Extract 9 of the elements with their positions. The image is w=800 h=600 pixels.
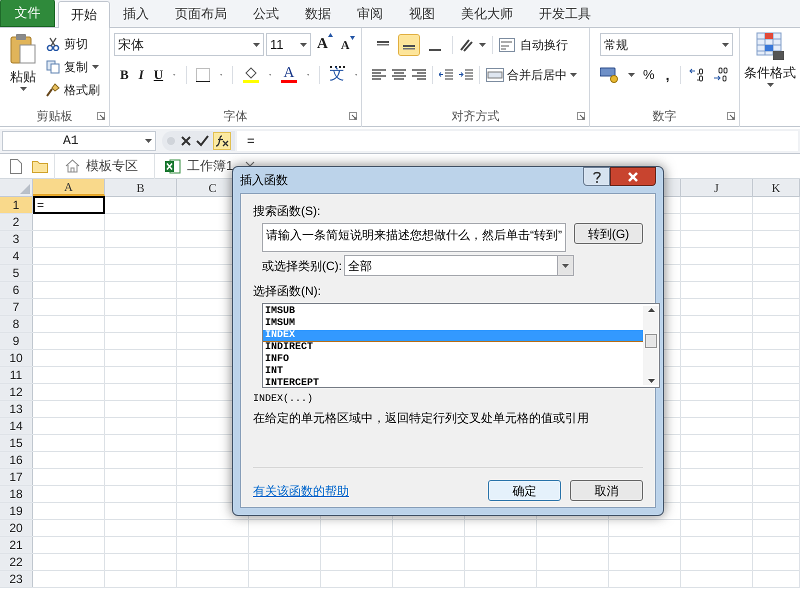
function-description: 在给定的单元格区域中，返回特定行列交叉处单元格的值或引用 xyxy=(253,410,590,427)
group-label: 字体 xyxy=(224,108,248,125)
group-label: 对齐方式 xyxy=(452,108,500,125)
group-label: 剪贴板 xyxy=(36,108,72,125)
category-label: 或选择类别(C): xyxy=(262,258,342,274)
function-signature: INDEX(...) xyxy=(253,392,314,407)
function-label: 选择函数(N): xyxy=(253,283,322,300)
search-label: 搜索函数(S): xyxy=(253,203,322,220)
group-label: 数字 xyxy=(652,108,676,125)
